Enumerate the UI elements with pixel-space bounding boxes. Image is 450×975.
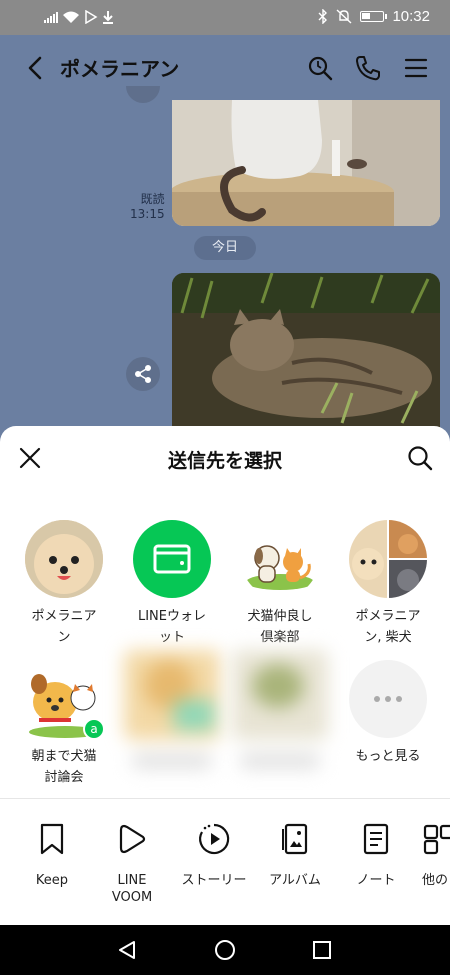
openchat-badge-icon: a xyxy=(83,718,105,740)
signal-icon xyxy=(44,11,58,23)
nav-recents-icon[interactable] xyxy=(311,939,333,961)
sheet-divider xyxy=(0,798,450,799)
nav-back-icon[interactable] xyxy=(116,939,138,961)
contact-pomeranian-shiba[interactable]: ポメラニア ン, 柴犬 xyxy=(338,520,438,648)
avatar xyxy=(124,650,220,740)
wallet-icon xyxy=(153,544,191,574)
status-left-icons xyxy=(44,10,114,24)
status-bar: 10:32 xyxy=(0,0,450,35)
contact-blurred-1[interactable] xyxy=(122,650,222,768)
more-contacts-button[interactable]: もっと見る xyxy=(338,660,438,767)
chat-photo-cat-white[interactable] xyxy=(172,100,440,226)
wifi-icon xyxy=(63,11,79,23)
bookmark-icon xyxy=(40,823,64,855)
download-icon xyxy=(103,11,113,24)
avatar xyxy=(232,650,328,740)
contact-label: LINEウォレ ット xyxy=(137,609,206,645)
story-icon xyxy=(199,823,230,855)
action-label: 他の xyxy=(422,873,449,888)
chat-photo-cat-tabby[interactable] xyxy=(172,273,440,433)
action-label: LINE VOOM xyxy=(111,873,153,905)
battery-icon xyxy=(360,11,388,22)
back-arrow-icon[interactable] xyxy=(22,52,48,84)
grid-icon xyxy=(423,824,450,855)
contact-label: ポメラニア ン, 柴犬 xyxy=(355,609,421,645)
avatar xyxy=(25,520,103,598)
action-keep[interactable]: Keep xyxy=(12,822,92,889)
action-label: ストーリー xyxy=(181,873,247,888)
avatar xyxy=(349,660,427,738)
status-time: 10:32 xyxy=(392,8,430,25)
avatar xyxy=(133,520,211,598)
contact-label: 朝まで犬猫 討論会 xyxy=(31,749,97,785)
contact-asamade-inuneko[interactable]: a 朝まで犬猫 討論会 xyxy=(14,660,114,788)
action-album[interactable]: アルバム xyxy=(255,822,335,889)
contact-label-blurred xyxy=(132,754,212,768)
status-right-icons: 10:32 xyxy=(318,8,430,25)
menu-icon[interactable] xyxy=(402,54,430,82)
avatar: a xyxy=(25,660,105,740)
avatar xyxy=(349,520,427,598)
contact-label: 犬猫仲良し 倶楽部 xyxy=(247,609,313,645)
read-label: 既読 xyxy=(140,192,165,206)
search-icon[interactable] xyxy=(406,444,434,472)
action-line-voom[interactable]: LINE VOOM xyxy=(92,822,172,906)
system-nav-bar xyxy=(0,925,450,975)
read-status: 既読 13:15 xyxy=(130,192,165,222)
action-note[interactable]: ノート xyxy=(336,822,416,889)
more-dots-icon xyxy=(374,696,402,702)
phone-icon[interactable] xyxy=(354,54,382,82)
play-store-icon xyxy=(85,10,98,24)
nav-home-icon[interactable] xyxy=(214,939,236,961)
mute-icon xyxy=(336,9,352,24)
note-icon xyxy=(363,823,389,855)
search-icon[interactable] xyxy=(306,54,334,82)
contact-inuneko-club[interactable]: 犬猫仲良し 倶楽部 xyxy=(230,520,330,648)
share-button[interactable] xyxy=(126,357,160,391)
action-label: アルバム xyxy=(269,873,321,888)
bluetooth-icon xyxy=(318,9,328,24)
contact-label: ポメラニア ン xyxy=(31,609,97,645)
contact-label-blurred xyxy=(240,754,320,768)
contact-label: もっと見る xyxy=(355,749,421,764)
play-icon xyxy=(119,824,146,854)
action-other[interactable]: 他の xyxy=(418,822,450,889)
chat-title: ポメラニアン xyxy=(60,57,180,81)
share-icon xyxy=(135,365,151,383)
album-icon xyxy=(282,823,308,855)
contact-line-wallet[interactable]: LINEウォレ ット xyxy=(122,520,222,648)
action-label: Keep xyxy=(35,873,69,888)
read-time: 13:15 xyxy=(130,207,165,221)
sheet-title: 送信先を選択 xyxy=(167,450,282,472)
action-story[interactable]: ストーリー xyxy=(174,822,254,889)
action-label: ノート xyxy=(356,873,396,888)
date-separator: 今日 xyxy=(194,236,256,260)
avatar xyxy=(241,520,319,598)
contact-blurred-2[interactable] xyxy=(230,650,330,768)
contact-pomeranian[interactable]: ポメラニア ン xyxy=(14,520,114,648)
